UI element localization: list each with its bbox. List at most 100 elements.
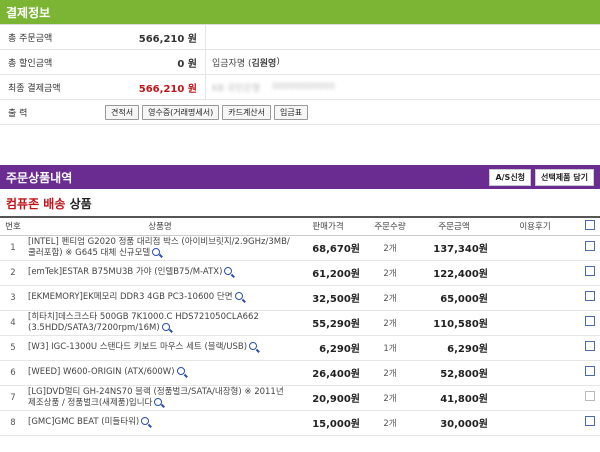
row-checkbox[interactable] bbox=[585, 366, 595, 376]
total-cell: 6,290원 bbox=[418, 335, 490, 361]
table-row: 3 [EKMEMORY]EK메모리 DDR3 4GB PC3-10600 단면 32… bbox=[0, 285, 600, 311]
order-header: 주문상품내역 A/S신청 선택제품 담기 bbox=[0, 165, 600, 189]
row-checkbox[interactable] bbox=[585, 241, 595, 251]
select-cell bbox=[580, 335, 600, 361]
row-checkbox[interactable] bbox=[585, 291, 595, 301]
account-info: KB 국민은행 00000000000 bbox=[205, 75, 600, 99]
table-row: 4 [히타치]데스크스타 500GB 7K1000.C HDS721050CLA6… bbox=[0, 310, 600, 336]
product-name-link[interactable]: [emTek]ESTAR B75MU3B 가야 (인텔B75/M-ATX) bbox=[28, 267, 222, 277]
review-cell bbox=[490, 260, 580, 286]
discount-value: 0 원 bbox=[177, 58, 197, 70]
select-cell bbox=[580, 410, 600, 436]
magnifier-icon[interactable] bbox=[249, 342, 258, 350]
total-cell: 41,800원 bbox=[418, 385, 490, 411]
add-selected-to-cart-button[interactable]: 선택제품 담기 bbox=[535, 168, 594, 186]
row-checkbox[interactable] bbox=[585, 341, 595, 351]
magnifier-icon[interactable] bbox=[141, 417, 150, 425]
qty-cell: 1개 bbox=[362, 335, 418, 361]
col-price: 판매가격 bbox=[294, 218, 362, 236]
price-cell: 20,900원 bbox=[294, 385, 362, 411]
product-name-cell: [EKMEMORY]EK메모리 DDR3 4GB PC3-10600 단면 bbox=[26, 285, 294, 311]
payment-header: 결제정보 bbox=[0, 0, 600, 24]
card-statement-button[interactable]: 카드계산서 bbox=[222, 104, 272, 120]
magnifier-icon[interactable] bbox=[176, 367, 185, 375]
qty-cell: 2개 bbox=[362, 385, 418, 411]
product-name-link[interactable]: [EKMEMORY]EK메모리 DDR3 4GB PC3-10600 단면 bbox=[28, 292, 233, 302]
col-no: 번호 bbox=[0, 218, 26, 236]
total-cell: 137,340원 bbox=[418, 235, 490, 261]
table-row: 2 [emTek]ESTAR B75MU3B 가야 (인텔B75/M-ATX) 61… bbox=[0, 260, 600, 286]
print-buttons: 견적서 영수증(거래명세서) 카드계산서 입금표 bbox=[105, 104, 309, 120]
review-cell bbox=[490, 385, 580, 411]
row-number: 1 bbox=[0, 235, 26, 261]
receipt-button[interactable]: 영수증(거래명세서) bbox=[142, 104, 220, 120]
product-name-cell: [W3] IGC-1300U 스탠다드 키보드 마우스 세트 (블랙/USB) bbox=[26, 335, 294, 361]
order-header-buttons: A/S신청 선택제품 담기 bbox=[489, 168, 594, 186]
row-checkbox[interactable] bbox=[585, 266, 595, 276]
total-row: 총 주문금액 566,210 원 bbox=[0, 25, 600, 50]
price-cell: 55,290원 bbox=[294, 310, 362, 336]
magnifier-icon[interactable] bbox=[161, 322, 170, 331]
col-name: 상품명 bbox=[26, 218, 294, 236]
review-cell bbox=[490, 335, 580, 361]
row-checkbox[interactable] bbox=[585, 316, 595, 326]
account-number-blurred: 00000000000 bbox=[272, 82, 336, 92]
row-number: 5 bbox=[0, 335, 26, 361]
price-cell: 68,670원 bbox=[294, 235, 362, 261]
row-number: 3 bbox=[0, 285, 26, 311]
qty-cell: 2개 bbox=[362, 360, 418, 386]
table-row: 5 [W3] IGC-1300U 스탠다드 키보드 마우스 세트 (블랙/USB)… bbox=[0, 335, 600, 361]
product-name-link[interactable]: [GMC]GMC BEAT (미들타워) bbox=[28, 417, 139, 427]
review-cell bbox=[490, 285, 580, 311]
depositor-info: 입금자명 (김원영) bbox=[205, 50, 600, 74]
discount-label: 총 할인금액 bbox=[8, 58, 53, 69]
total-cell: 122,400원 bbox=[418, 260, 490, 286]
row-number: 8 bbox=[0, 410, 26, 436]
product-name-link[interactable]: [W3] IGC-1300U 스탠다드 키보드 마우스 세트 (블랙/USB) bbox=[28, 342, 247, 352]
product-name-cell: [WEED] W600-ORIGIN (ATX/600W) bbox=[26, 360, 294, 386]
print-label: 출 력 bbox=[8, 108, 28, 119]
total-cell: 65,000원 bbox=[418, 285, 490, 311]
price-cell: 15,000원 bbox=[294, 410, 362, 436]
row-checkbox[interactable] bbox=[585, 391, 595, 401]
select-cell bbox=[580, 260, 600, 286]
order-table: 번호 상품명 판매가격 주문수량 주문금액 이용후기 1 [INTEL] 펜티엄 … bbox=[0, 218, 600, 436]
product-name-link[interactable]: [WEED] W600-ORIGIN (ATX/600W) bbox=[28, 367, 175, 377]
product-name-cell: [emTek]ESTAR B75MU3B 가야 (인텔B75/M-ATX) bbox=[26, 260, 294, 286]
magnifier-icon[interactable] bbox=[224, 267, 233, 275]
deposit-slip-button[interactable]: 입금표 bbox=[274, 104, 309, 120]
select-cell bbox=[580, 385, 600, 411]
review-cell bbox=[490, 310, 580, 336]
select-cell bbox=[580, 235, 600, 261]
magnifier-icon[interactable] bbox=[152, 247, 161, 256]
subtitle-black: 상품 bbox=[65, 197, 92, 211]
as-request-button[interactable]: A/S신청 bbox=[489, 168, 532, 186]
estimate-button[interactable]: 견적서 bbox=[105, 104, 140, 120]
payment-section: 총 주문금액 566,210 원 총 할인금액 0 원 입금자명 (김원영) 최… bbox=[0, 24, 600, 125]
row-checkbox[interactable] bbox=[585, 416, 595, 426]
depositor-label: 입금자명 ( bbox=[212, 58, 252, 69]
depositor-close: ) bbox=[276, 57, 280, 67]
select-all-checkbox[interactable] bbox=[585, 219, 595, 230]
select-cell bbox=[580, 285, 600, 311]
table-row: 8 [GMC]GMC BEAT (미들타워) 15,000원 2개 30,000원 bbox=[0, 410, 600, 436]
qty-cell: 2개 bbox=[362, 235, 418, 261]
final-row: 최종 결제금액 566,210 원 KB 국민은행 00000000000 bbox=[0, 75, 600, 100]
payment-title: 결제정보 bbox=[6, 5, 51, 20]
review-cell bbox=[490, 235, 580, 261]
product-name-cell: [INTEL] 펜티엄 G2020 정품 대리점 박스 (아이비브릿지/2.9G… bbox=[26, 235, 294, 261]
review-cell bbox=[490, 410, 580, 436]
qty-cell: 2개 bbox=[362, 310, 418, 336]
select-cell bbox=[580, 360, 600, 386]
magnifier-icon[interactable] bbox=[234, 292, 243, 300]
product-name-link[interactable]: [히타치]데스크스타 500GB 7K1000.C HDS721050CLA66… bbox=[28, 312, 259, 333]
print-row: 출 력 견적서 영수증(거래명세서) 카드계산서 입금표 bbox=[0, 100, 600, 125]
table-row: 6 [WEED] W600-ORIGIN (ATX/600W) 26,400원 2개 5… bbox=[0, 360, 600, 386]
total-cell: 30,000원 bbox=[418, 410, 490, 436]
col-total: 주문금액 bbox=[418, 218, 490, 236]
price-cell: 26,400원 bbox=[294, 360, 362, 386]
magnifier-icon[interactable] bbox=[154, 397, 163, 406]
product-name-cell: [LG]DVD멀티 GH-24NS70 블랙 (정품벌크/SATA/내장형) ※… bbox=[26, 385, 294, 411]
final-value: 566,210 원 bbox=[138, 83, 197, 95]
